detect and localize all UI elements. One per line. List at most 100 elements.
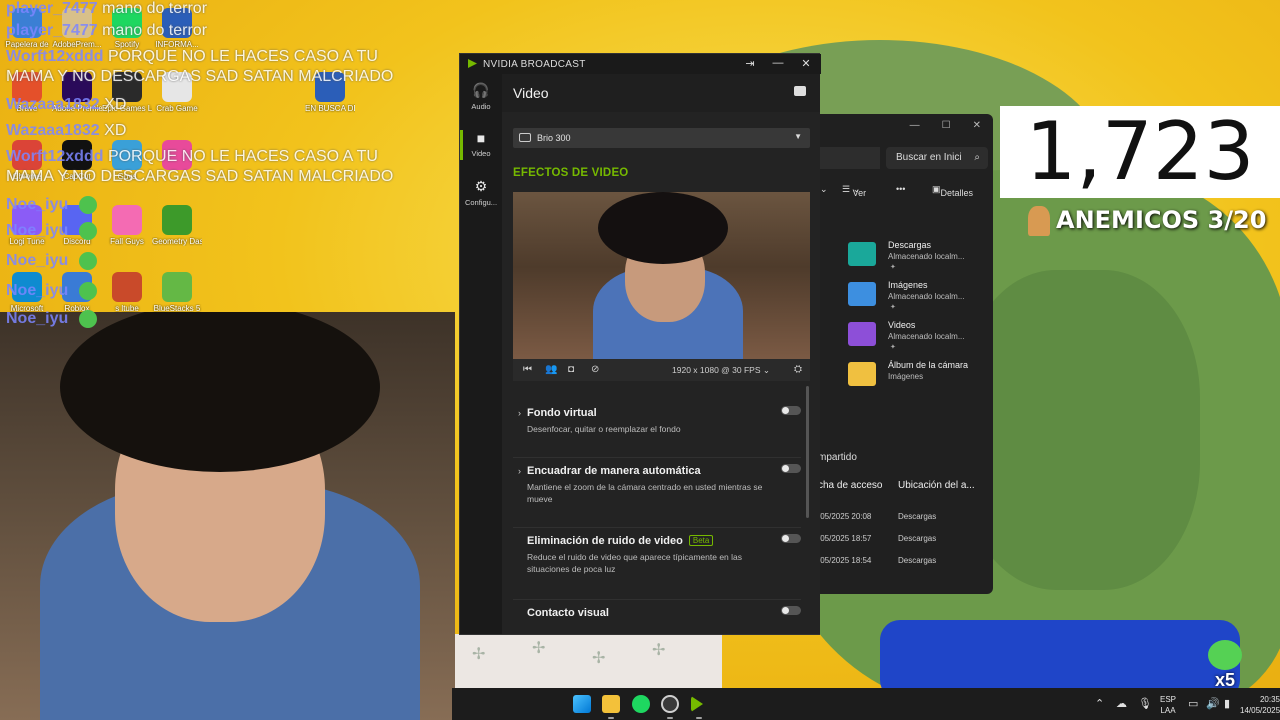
desktop-shortcut-label: Spotify: [114, 40, 140, 49]
beta-badge: Beta: [688, 535, 714, 546]
file-explorer-taskbar-icon[interactable]: [602, 695, 620, 713]
quick-access-item[interactable]: Descargas Almacenado localm... ✦: [848, 240, 993, 276]
desktop-shortcut[interactable]: Roblox: [52, 272, 102, 313]
desktop-shortcut-label: Crab Game: [156, 104, 198, 113]
close-icon[interactable]: ✕: [799, 57, 813, 70]
explorer-search-placeholder: Buscar en Inici: [896, 152, 962, 163]
battery-icon[interactable]: ▮: [1224, 697, 1230, 710]
spotify-taskbar-icon[interactable]: [632, 695, 650, 713]
pin-icon: ✦: [890, 264, 896, 271]
nav-item-label: Audio: [471, 102, 491, 111]
desktop-shortcut[interactable]: Adobe Premiere P...: [52, 72, 102, 113]
nav-item-label: Video: [471, 149, 491, 158]
sign-in-icon[interactable]: ⇥: [743, 57, 757, 70]
column-header-location[interactable]: Ubicación del a...: [898, 480, 975, 491]
desktop-shortcut-label: Chrome: [12, 172, 42, 181]
people-icon[interactable]: 👥: [545, 364, 557, 375]
desktop-shortcut[interactable]: Fall Guys: [102, 205, 152, 246]
running-indicator: [696, 717, 702, 719]
desktop-shortcut[interactable]: [152, 140, 202, 172]
chevron-right-icon[interactable]: ›: [518, 408, 521, 418]
chevron-down-icon: ▼: [794, 132, 802, 141]
quick-access-item[interactable]: Álbum de la cámara Imágenes: [848, 360, 993, 396]
input-language[interactable]: ESP LAA: [1160, 694, 1176, 716]
nav-item-video[interactable]: ■ Video: [460, 130, 502, 160]
explorer-address-bar[interactable]: [818, 147, 880, 169]
nav-item-audio[interactable]: 🎧 Audio: [460, 82, 502, 111]
desktop-shortcut[interactable]: Discord: [52, 205, 102, 246]
quick-access-item[interactable]: Videos Almacenado localm... ✦: [848, 320, 993, 356]
frog-emote-icon: [1208, 640, 1242, 670]
tray-overflow-icon[interactable]: ⌃: [1095, 697, 1104, 710]
gear-icon: ⚙: [474, 178, 488, 194]
start-button[interactable]: [573, 695, 591, 713]
video-effect-row[interactable]: › Fondo virtual Desenfocar, quitar o reemp…: [513, 404, 801, 458]
preview-settings-icon[interactable]: ⛭: [794, 364, 802, 375]
desktop-shortcut[interactable]: Crab Game: [152, 72, 202, 113]
effect-toggle[interactable]: [781, 534, 801, 543]
desktop-shortcut[interactable]: INFORMA...: [152, 8, 202, 49]
snapshot-icon[interactable]: ◘: [568, 364, 574, 375]
video-effect-row[interactable]: Contacto visual: [513, 604, 801, 634]
folder-name: Álbum de la cámara: [888, 360, 969, 370]
table-row[interactable]: /05/2025 18:54 Descargas: [818, 550, 993, 572]
feedback-icon[interactable]: [794, 86, 806, 96]
camera-icon: ■: [476, 130, 486, 146]
desktop-shortcut[interactable]: Epic Games Launcher: [102, 72, 152, 113]
desktop-shortcut[interactable]: CapCut: [52, 140, 102, 181]
minimize-icon[interactable]: —: [771, 57, 785, 69]
hide-preview-icon[interactable]: ⊘: [591, 364, 599, 375]
desktop-shortcut[interactable]: Papelera de: [2, 8, 52, 49]
desktop-shortcut[interactable]: Spotify: [102, 8, 152, 49]
effects-scrollbar[interactable]: [806, 386, 809, 518]
system-clock[interactable]: 20:35 14/05/2025: [1240, 694, 1280, 716]
onedrive-icon[interactable]: ☁: [1116, 697, 1127, 710]
desktop-shortcut[interactable]: Guys: [102, 140, 152, 181]
effect-toggle[interactable]: [781, 406, 801, 415]
bluestacks-icon: [162, 272, 192, 302]
desktop-shortcut[interactable]: Microsoft: [2, 272, 52, 313]
column-header-access-date[interactable]: cha de acceso: [818, 480, 883, 491]
network-icon[interactable]: ▭: [1188, 697, 1198, 710]
resolution-select[interactable]: 1920 x 1080 @ 30 FPS ⌄: [672, 365, 770, 376]
desktop-shortcut[interactable]: EN BUSCA DE UN CORAZ...: [305, 72, 355, 113]
premiere-icon: [62, 72, 92, 102]
minimize-icon[interactable]: —: [910, 120, 920, 131]
desktop-shortcut[interactable]: BlueStacks 5: [152, 272, 202, 313]
desktop-shortcut-label: Microsoft: [10, 304, 44, 313]
desktop-shortcut-label: Papelera de: [5, 40, 49, 49]
video-effect-row[interactable]: Eliminación de ruido de video Beta Reduce …: [513, 532, 801, 600]
desktop-shortcut[interactable]: s ltube: [102, 272, 152, 313]
volume-icon[interactable]: 🔊: [1206, 697, 1220, 710]
table-row[interactable]: /05/2025 20:08 Descargas: [818, 506, 993, 528]
explorer-titlebar: — ☐ ✕: [818, 114, 993, 136]
camera-device-select[interactable]: Brio 300 ▼: [513, 128, 810, 148]
close-icon[interactable]: ✕: [973, 120, 981, 131]
table-row[interactable]: /05/2025 18:57 Descargas: [818, 528, 993, 550]
effect-toggle[interactable]: [781, 606, 801, 615]
video-effect-row[interactable]: › Encuadrar de manera automática Mantiene …: [513, 462, 801, 528]
more-button[interactable]: •••: [896, 184, 905, 194]
broadcast-main: Video Brio 300 ▼ EFECTOS DE VIDEO ⏮ 👥 ◘ …: [502, 74, 820, 634]
nav-item-label: Configu...: [464, 198, 498, 207]
nav-item-configu[interactable]: ⚙ Configu...: [460, 178, 502, 207]
maximize-icon[interactable]: ☐: [942, 120, 951, 131]
desktop-shortcut[interactable]: Brave: [2, 72, 52, 113]
explorer-search-input[interactable]: Buscar en Inici ⌕: [886, 147, 988, 169]
desktop-shortcut[interactable]: Chrome: [2, 140, 52, 181]
quick-access-item[interactable]: Imágenes Almacenado localm... ✦: [848, 280, 993, 316]
webcam-feed: [0, 312, 455, 720]
emote-multiplier: x5: [1204, 640, 1246, 690]
desktop-shortcut[interactable]: Logi Tune: [2, 205, 52, 246]
desktop-shortcut[interactable]: Geometry Dash: [152, 205, 202, 246]
split-view-icon[interactable]: ⏮: [523, 364, 532, 375]
nvidia-broadcast-taskbar-icon[interactable]: [691, 696, 703, 712]
obs-taskbar-icon[interactable]: [661, 695, 679, 713]
effect-toggle[interactable]: [781, 464, 801, 473]
view-button[interactable]: ☰ Ver ⌄: [842, 184, 866, 198]
effect-title: Contacto visual: [527, 607, 609, 619]
microphone-icon[interactable]: 🎙: [1138, 697, 1152, 710]
chevron-right-icon[interactable]: ›: [518, 466, 521, 476]
details-button[interactable]: ▣ Detalles: [932, 184, 973, 198]
desktop-shortcut[interactable]: AdobePrem...: [52, 8, 102, 49]
